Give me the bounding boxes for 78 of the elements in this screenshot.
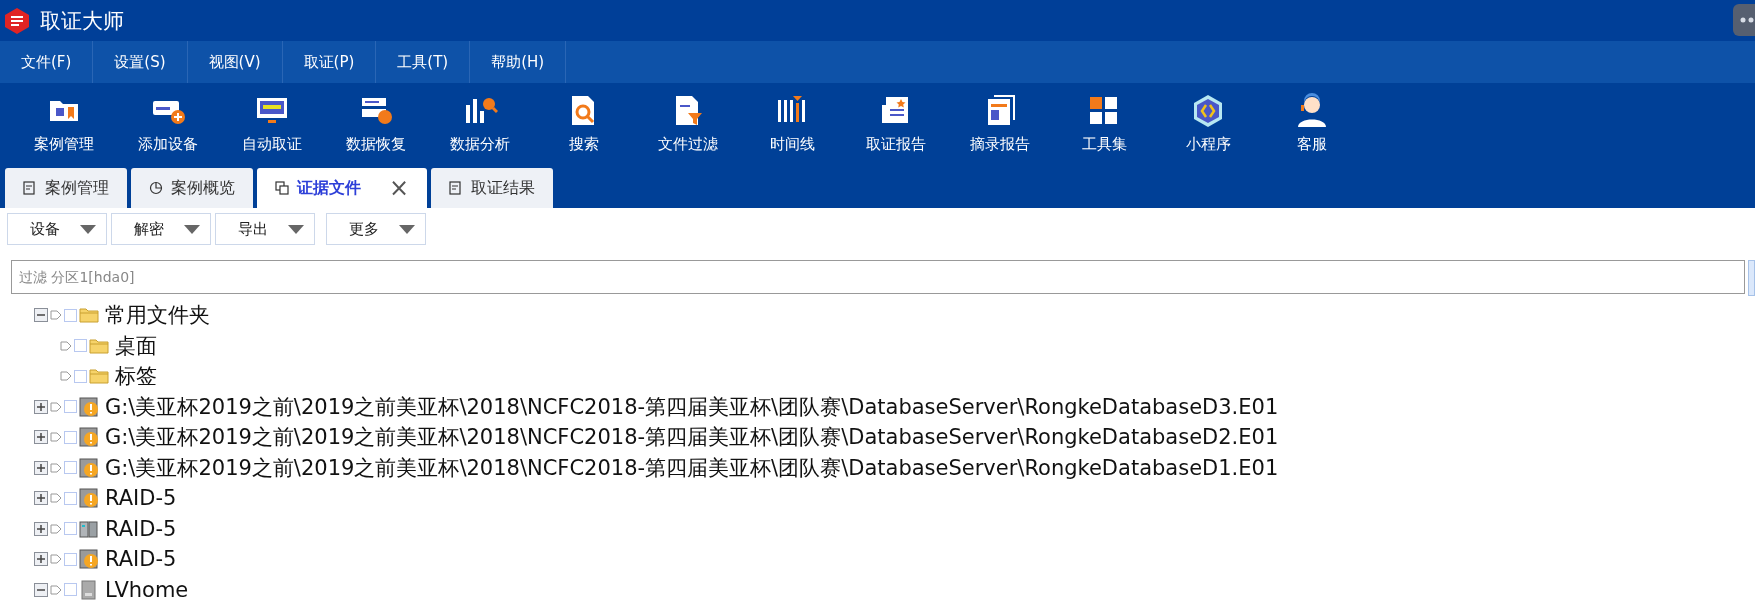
- tag-icon: [50, 310, 62, 321]
- collapse-icon[interactable]: [34, 308, 48, 323]
- tree-item-label[interactable]: RAID-5: [105, 547, 177, 572]
- checkbox[interactable]: [64, 491, 77, 505]
- filter-field[interactable]: 过滤 分区1[hda0]: [11, 260, 1745, 294]
- close-icon[interactable]: ×: [389, 174, 410, 202]
- expand-icon[interactable]: [34, 460, 48, 475]
- dropdown-button[interactable]: 解密: [111, 213, 211, 245]
- folder-icon: [79, 307, 99, 324]
- logo-icon: [4, 6, 30, 35]
- expand-icon[interactable]: [34, 399, 48, 414]
- expand-icon[interactable]: [34, 521, 48, 536]
- tree-item-label[interactable]: RAID-5: [105, 516, 177, 541]
- tree-item-label[interactable]: LVhome: [105, 577, 189, 602]
- tree-item-label[interactable]: G:\美亚杯2019之前\2019之前美亚杯\2018\NCFC2018-第四届美亚杯\团队赛\DatabaseServer\RongkeDatabaseD2.E01: [105, 423, 1279, 452]
- toolbar-button-label[interactable]: 添加设备: [138, 135, 198, 154]
- tag-icon: [50, 554, 62, 565]
- tag-icon: [60, 371, 72, 382]
- folder-icon: [89, 337, 109, 354]
- tab[interactable]: 取证结果: [431, 168, 554, 208]
- caret-icon: [80, 224, 96, 234]
- toolbar-button-label[interactable]: 工具集: [1081, 135, 1127, 154]
- tag-icon: [50, 493, 62, 504]
- tab[interactable]: 案例概览: [131, 168, 253, 208]
- checkbox[interactable]: [64, 552, 77, 566]
- tag-icon: [50, 462, 62, 473]
- disk-warning-icon: [79, 488, 99, 509]
- checkbox[interactable]: [64, 430, 77, 444]
- toolbar-button-label[interactable]: 小程序: [1185, 135, 1231, 154]
- disk-warning-icon: [79, 457, 99, 478]
- expand-icon[interactable]: [34, 430, 48, 445]
- disk-warning-icon: [79, 427, 99, 448]
- toolbar-button-label[interactable]: 取证报告: [866, 135, 926, 154]
- toolbar-button-label[interactable]: 自动取证: [242, 135, 302, 154]
- tab[interactable]: 证据文件 ×: [257, 168, 428, 208]
- tree-item-label[interactable]: 标签: [115, 362, 157, 391]
- toolbar-button-label[interactable]: 搜索: [569, 135, 599, 154]
- caret-icon: [288, 224, 304, 234]
- tree-item-label[interactable]: RAID-5: [105, 486, 177, 511]
- toolbar-button-label[interactable]: 摘录报告: [970, 135, 1030, 154]
- tab[interactable]: 案例管理: [5, 168, 127, 208]
- dropdown-button[interactable]: 导出: [215, 213, 315, 245]
- dropdown-button[interactable]: 更多: [326, 213, 426, 245]
- checkbox[interactable]: [64, 461, 77, 475]
- toolbar-button-label[interactable]: 数据恢复: [346, 135, 406, 154]
- tree-item-label[interactable]: G:\美亚杯2019之前\2019之前美亚杯\2018\NCFC2018-第四届美亚杯\团队赛\DatabaseServer\RongkeDatabaseD3.E01: [105, 392, 1279, 421]
- toolbar-button-label[interactable]: 数据分析: [450, 135, 510, 154]
- toolbar-button-label[interactable]: 时间线: [769, 135, 815, 154]
- collapse-icon[interactable]: [34, 582, 48, 597]
- checkbox[interactable]: [64, 308, 77, 322]
- disk-warning-icon: [79, 396, 99, 417]
- tree-item-label[interactable]: 常用文件夹: [105, 301, 210, 330]
- toolbar-button-label[interactable]: 客服: [1297, 135, 1327, 154]
- toolbar-button-label[interactable]: 文件过滤: [658, 135, 718, 154]
- tag-icon: [50, 432, 62, 443]
- checkbox[interactable]: [74, 339, 87, 353]
- disks-icon: [79, 518, 99, 539]
- tag-icon: [50, 401, 62, 412]
- checkbox[interactable]: [64, 583, 77, 597]
- tag-icon: [50, 584, 62, 595]
- dropdown-button[interactable]: 设备: [7, 213, 107, 245]
- pie-icon: [149, 181, 163, 195]
- expand-icon[interactable]: [34, 491, 48, 506]
- window-title: 取证大师: [40, 7, 124, 35]
- checkbox[interactable]: [64, 400, 77, 414]
- disk-warning-icon: [79, 549, 99, 570]
- copy-icon: [275, 181, 289, 195]
- expand-icon[interactable]: [34, 552, 48, 567]
- caret-icon: [184, 224, 200, 234]
- caret-icon: [399, 224, 415, 234]
- tag-icon: [60, 340, 72, 351]
- checkbox[interactable]: [64, 522, 77, 536]
- tree-item-label[interactable]: 桌面: [115, 331, 157, 360]
- checkbox[interactable]: [74, 369, 87, 383]
- toolbar-button-label[interactable]: 案例管理: [34, 135, 94, 154]
- tag-icon: [50, 523, 62, 534]
- tree-item-label[interactable]: G:\美亚杯2019之前\2019之前美亚杯\2018\NCFC2018-第四届美亚杯\团队赛\DatabaseServer\RongkeDatabaseD1.E01: [105, 453, 1279, 482]
- folder-icon: [89, 368, 109, 385]
